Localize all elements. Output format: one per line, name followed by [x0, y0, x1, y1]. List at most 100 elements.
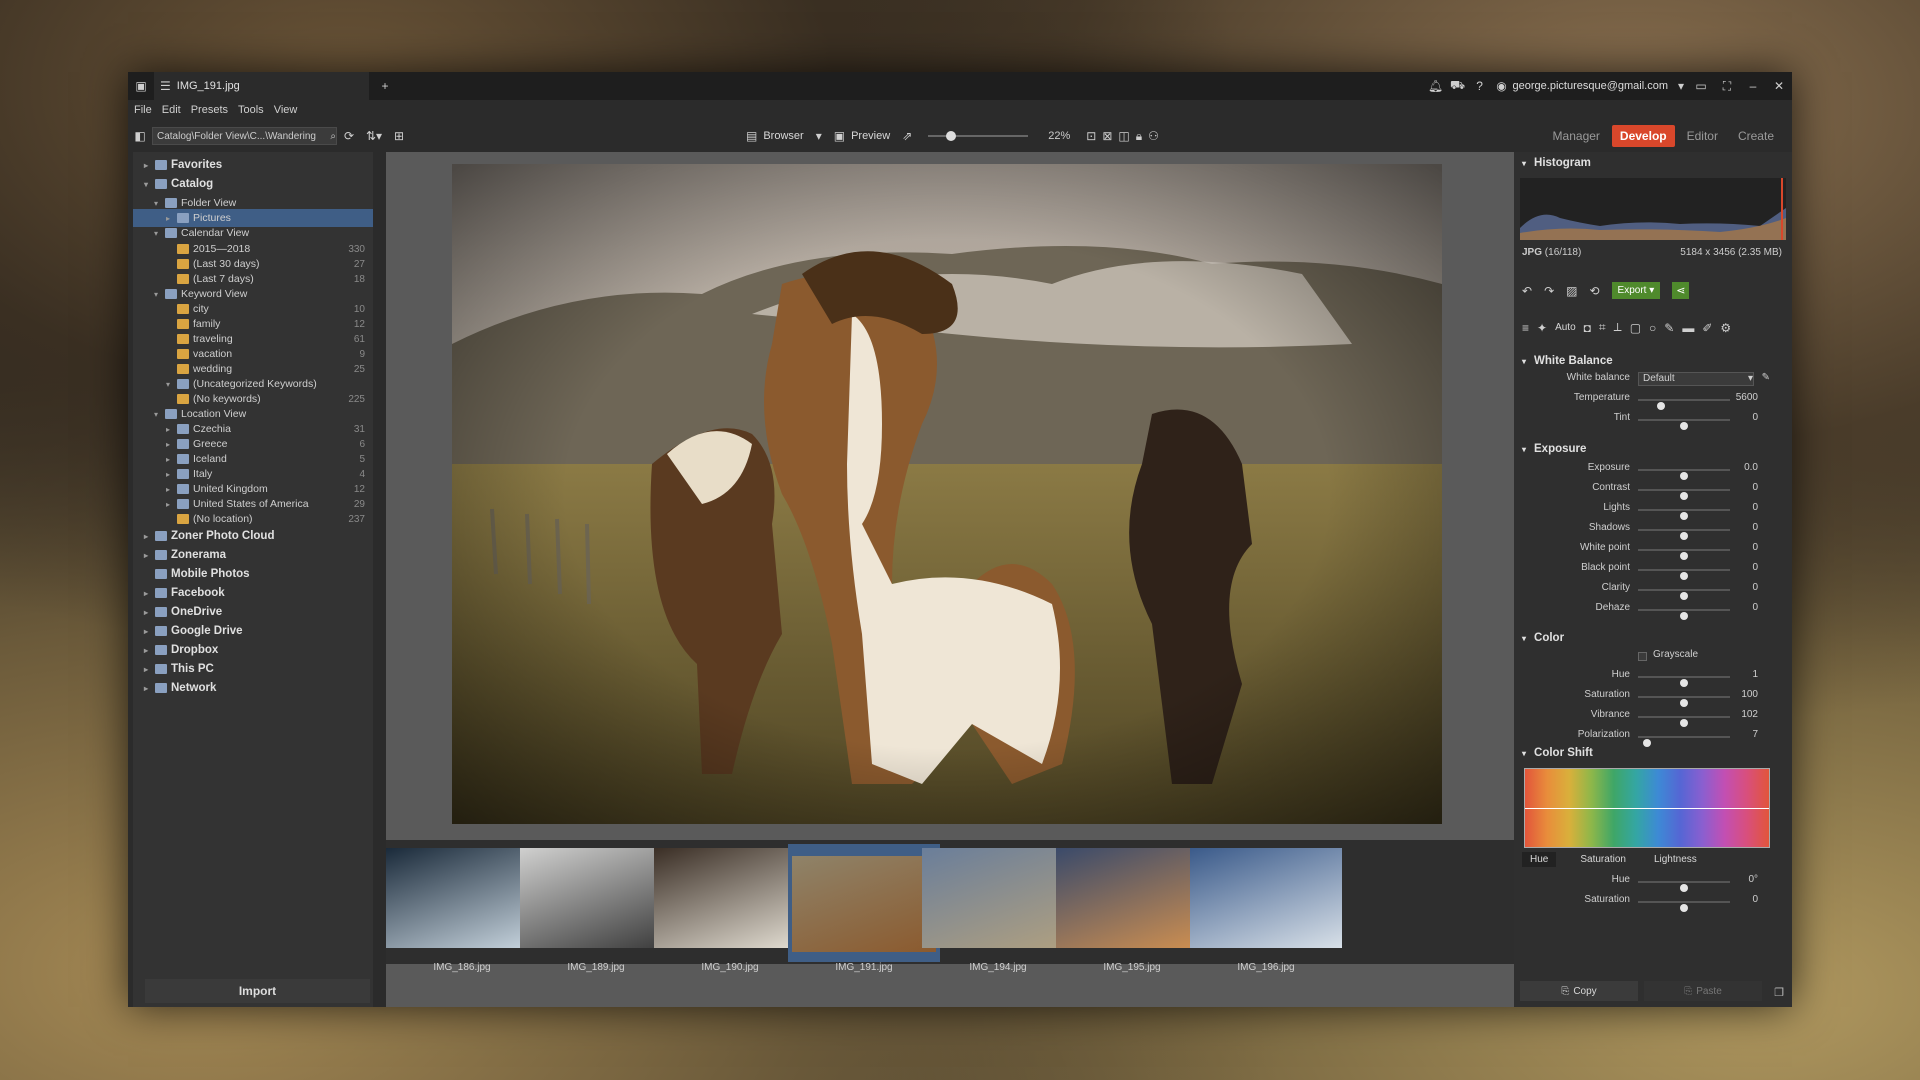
slider-knob[interactable]	[1680, 532, 1688, 540]
color-shift-spectrum[interactable]	[1524, 768, 1770, 848]
slider-knob[interactable]	[1680, 512, 1688, 520]
color-shift-tab-lightness[interactable]: Lightness	[1650, 852, 1701, 867]
browser-button[interactable]: Browser	[763, 130, 803, 142]
tree-item[interactable]: ▸ Facebook	[133, 584, 373, 602]
slider-knob[interactable]	[1680, 552, 1688, 560]
tree-item[interactable]: ▸ Zoner Photo Cloud	[133, 527, 373, 545]
chevron-right-icon[interactable]: ▸	[163, 455, 173, 464]
slider-track[interactable]	[1638, 881, 1730, 892]
slider-track[interactable]	[1638, 736, 1730, 747]
help-icon[interactable]: ?	[1469, 79, 1491, 93]
import-button[interactable]: Import	[145, 979, 370, 1003]
folder-back-icon[interactable]: ◧	[128, 129, 152, 143]
filmstrip-thumb[interactable]: IMG_189.jpg	[520, 848, 672, 973]
circle-icon[interactable]: ○	[1649, 321, 1656, 335]
chevron-right-icon[interactable]: ▸	[163, 440, 173, 449]
tree-item[interactable]: ▸ Network	[133, 679, 373, 697]
undo-icon[interactable]: ↶	[1522, 284, 1532, 298]
chevron-right-icon[interactable]: ▸	[141, 627, 151, 636]
mode-tab-develop[interactable]: Develop	[1611, 125, 1675, 147]
collapse-icon[interactable]: ▾	[1522, 357, 1526, 366]
wand-icon[interactable]: ✦	[1537, 321, 1547, 335]
tree-item[interactable]: ▸ This PC	[133, 660, 373, 678]
mode-tab-editor[interactable]: Editor	[1679, 125, 1726, 147]
tree-item[interactable]: ▸ OneDrive	[133, 603, 373, 621]
menu-item-view[interactable]: View	[274, 104, 298, 116]
camera-icon[interactable]: ◘	[1584, 321, 1591, 335]
rotate-icon[interactable]: ⟲	[1589, 284, 1599, 298]
tree-item[interactable]: Mobile Photos	[133, 565, 373, 583]
chevron-right-icon[interactable]: ▸	[141, 161, 151, 170]
white-balance-select[interactable]: Default ▾	[1638, 372, 1754, 386]
collapse-icon[interactable]: ▾	[1522, 159, 1526, 168]
chevron-right-icon[interactable]: ▸	[141, 551, 151, 560]
menu-item-edit[interactable]: Edit	[162, 104, 181, 116]
chevron-right-icon[interactable]: ▸	[163, 485, 173, 494]
gear-icon[interactable]: ⚙	[1720, 321, 1731, 335]
zoom-slider-knob[interactable]	[946, 131, 957, 141]
pen-icon[interactable]: ✐	[1702, 321, 1712, 335]
tree-item[interactable]: ▾ Catalog	[133, 175, 373, 193]
slider-knob[interactable]	[1680, 572, 1688, 580]
collapse-icon[interactable]: ▾	[1522, 445, 1526, 454]
chevron-right-icon[interactable]: ▸	[163, 470, 173, 479]
chevron-right-icon[interactable]: ▸	[141, 589, 151, 598]
exposure-header[interactable]: ▾ Exposure	[1514, 440, 1792, 458]
external-icon[interactable]: ⇗	[902, 129, 912, 143]
clipboard-icon[interactable]: ❐	[1774, 986, 1784, 999]
brush-icon[interactable]: ✎	[1664, 321, 1674, 335]
filmstrip-thumb[interactable]: IMG_194.jpg	[922, 848, 1074, 973]
crop-icon[interactable]: ⌗	[1599, 320, 1606, 335]
menu-item-presets[interactable]: Presets	[191, 104, 228, 116]
user-email[interactable]: george.picturesque@gmail.com	[1513, 80, 1668, 92]
export-button[interactable]: Export ▾	[1611, 282, 1661, 299]
auto-button[interactable]: Auto	[1555, 322, 1576, 333]
fill-icon[interactable]: ⊠	[1102, 129, 1112, 143]
menu-item-file[interactable]: File	[134, 104, 152, 116]
chevron-down-icon[interactable]: ▾	[151, 410, 161, 419]
slider-knob[interactable]	[1680, 884, 1688, 892]
lock-icon[interactable]: 🔒︎	[1136, 129, 1142, 144]
slider-track[interactable]	[1638, 529, 1730, 540]
chevron-right-icon[interactable]: ▸	[163, 214, 173, 223]
bell-icon[interactable]: 🔔︎	[1425, 79, 1447, 93]
cart-icon[interactable]: ⛟	[1447, 78, 1469, 94]
tree-item[interactable]: ▸ Dropbox	[133, 641, 373, 659]
chevron-right-icon[interactable]: ▸	[141, 665, 151, 674]
filmstrip-thumb[interactable]: IMG_195.jpg	[1056, 848, 1208, 973]
document-tab[interactable]: ☰ IMG_191.jpg	[154, 72, 369, 100]
frame-icon[interactable]: ▢	[1630, 321, 1641, 335]
slider-knob[interactable]	[1680, 904, 1688, 912]
slider-track[interactable]	[1638, 609, 1730, 620]
slider-track[interactable]	[1638, 469, 1730, 480]
slider-knob[interactable]	[1657, 402, 1665, 410]
people-icon[interactable]: ⚇	[1148, 129, 1159, 143]
display-icon[interactable]: ▭	[1688, 79, 1714, 93]
chevron-down-icon[interactable]: ▾	[151, 229, 161, 238]
slider-knob[interactable]	[1680, 422, 1688, 430]
share-icon[interactable]: ⋖	[1672, 282, 1690, 299]
eyedropper-icon[interactable]: ✎	[1762, 372, 1770, 383]
slider-track[interactable]	[1638, 399, 1730, 410]
collapse-icon[interactable]: ▾	[1522, 749, 1526, 758]
perspective-icon[interactable]: ⟂	[1614, 320, 1622, 335]
slider-knob[interactable]	[1680, 612, 1688, 620]
refresh-icon[interactable]: ⟳	[337, 129, 361, 143]
slider-track[interactable]	[1638, 716, 1730, 727]
slider-knob[interactable]	[1680, 492, 1688, 500]
slider-track[interactable]	[1638, 549, 1730, 560]
menu-item-tools[interactable]: Tools	[238, 104, 264, 116]
color-shift-tab-hue[interactable]: Hue	[1522, 852, 1557, 867]
preview-button[interactable]: Preview	[851, 130, 890, 142]
chevron-right-icon[interactable]: ▸	[163, 500, 173, 509]
chevron-down-icon[interactable]: ▾	[141, 180, 151, 189]
image-icon[interactable]: ▨	[1566, 284, 1577, 298]
slider-knob[interactable]	[1680, 699, 1688, 707]
add-folder-icon[interactable]: ⊞	[387, 129, 411, 143]
slider-track[interactable]	[1638, 589, 1730, 600]
slider-knob[interactable]	[1680, 679, 1688, 687]
chevron-right-icon[interactable]: ▸	[163, 425, 173, 434]
slider-knob[interactable]	[1680, 719, 1688, 727]
fit-icon[interactable]: ⊡	[1086, 129, 1096, 143]
chevron-down-icon[interactable]: ▾	[151, 199, 161, 208]
